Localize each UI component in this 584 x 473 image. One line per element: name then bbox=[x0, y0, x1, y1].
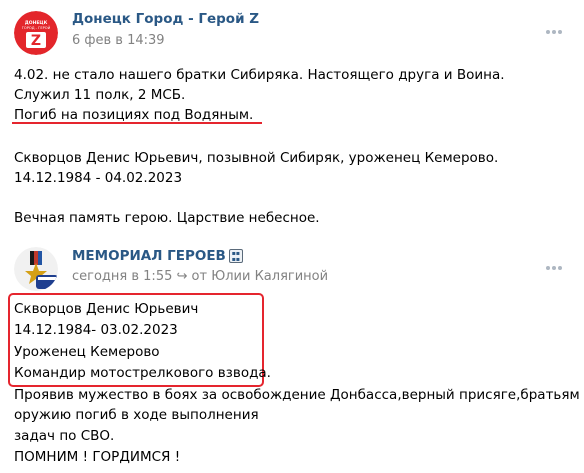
post-date[interactable]: сегодня в 1:55 ↪ от Юлии Калягиной bbox=[72, 269, 328, 284]
post-text-line: Скворцов Денис Юрьевич bbox=[14, 301, 199, 317]
group-avatar-memorial[interactable] bbox=[14, 247, 58, 291]
post-donetsk: ДОНЕЦК ГОРОД - ГЕРОЙ Z Донецк Город - Ге… bbox=[0, 0, 584, 238]
share-icon: ↪ bbox=[176, 269, 192, 284]
memorial-star-icon bbox=[14, 247, 58, 291]
svg-text:ГОРОД - ГЕРОЙ: ГОРОД - ГЕРОЙ bbox=[22, 25, 51, 30]
post-date[interactable]: 6 фев в 14:39 bbox=[72, 33, 165, 48]
group-avatar-donetsk[interactable]: ДОНЕЦК ГОРОД - ГЕРОЙ Z bbox=[14, 11, 58, 55]
more-options-icon[interactable] bbox=[546, 266, 562, 270]
more-options-icon[interactable] bbox=[546, 30, 562, 34]
post-text-line: 14.12.1984 - 04.02.2023 bbox=[14, 170, 183, 186]
post-text-line: Командир мотострелкового взвода. bbox=[14, 365, 271, 381]
post-text-line: Проявив мужество в боях за освобождение … bbox=[14, 387, 584, 403]
post-text-line: 14.12.1984- 03.02.2023 bbox=[14, 322, 178, 338]
post-text-line: ПОМНИМ ! ГОРДИМСЯ ! bbox=[14, 449, 181, 465]
post-text-line: задач по СВО. bbox=[14, 428, 115, 444]
donetsk-logo-icon: ДОНЕЦК ГОРОД - ГЕРОЙ Z bbox=[14, 11, 58, 55]
svg-text:Z: Z bbox=[31, 33, 41, 49]
post-memorial: МЕМОРИАЛ ГЕРОЕВ ▪▪ ▪▪ сегодня в 1:55 ↪ от … bbox=[0, 238, 584, 473]
post-text-line: Скворцов Денис Юрьевич, позывной Сибиряк… bbox=[14, 150, 499, 166]
post-text-line: Служил 11 полк, 2 МСБ. bbox=[14, 87, 186, 103]
red-underline-annotation bbox=[12, 122, 262, 124]
post-author[interactable]: МЕМОРИАЛ ГЕРОЕВ ▪▪ ▪▪ bbox=[72, 248, 243, 264]
post-text-line: Уроженец Кемерово bbox=[14, 344, 160, 360]
post-text-line: 4.02. не стало нашего братки Сибиряка. Н… bbox=[14, 67, 505, 83]
memorial-badge-icon: ▪▪ ▪▪ bbox=[228, 249, 243, 263]
post-text-line: оружию погиб в ходе выполнения bbox=[14, 407, 259, 423]
post-author[interactable]: Донецк Город - Герой Z bbox=[72, 11, 259, 27]
post-text-line: Вечная память герою. Царствие небесное. bbox=[14, 210, 320, 226]
